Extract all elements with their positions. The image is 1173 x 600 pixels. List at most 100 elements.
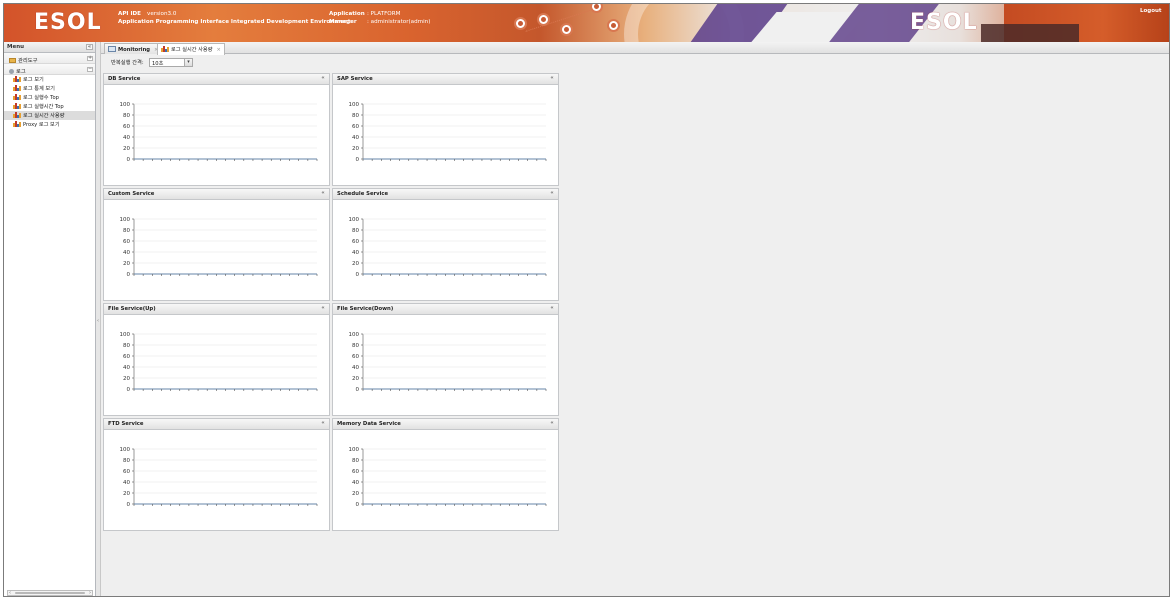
y-tick-label: 100 bbox=[120, 332, 131, 338]
y-tick-label: 0 bbox=[127, 502, 131, 508]
panel-header: DB Service « bbox=[104, 74, 329, 85]
line-chart: 100 80 60 40 20 0 bbox=[349, 102, 547, 163]
sidebar-item-exec-time-top[interactable]: 로그 실행시간 Top bbox=[4, 102, 95, 111]
y-tick-label: 20 bbox=[352, 146, 359, 152]
panel-header: Memory Data Service « bbox=[333, 419, 558, 430]
sidebar-item-log-view[interactable]: 로그 보기 bbox=[4, 75, 95, 84]
scroll-left-icon[interactable]: ‹ bbox=[9, 590, 11, 596]
y-tick-label: 40 bbox=[352, 365, 359, 371]
y-tick-label: 40 bbox=[352, 480, 359, 486]
y-tick-label: 0 bbox=[127, 387, 131, 393]
panel-header: File Service(Down) « bbox=[333, 304, 558, 315]
y-tick-label: 20 bbox=[123, 491, 130, 497]
collapse-panel-icon[interactable]: « bbox=[320, 76, 326, 81]
chart-title: SAP Service bbox=[337, 76, 373, 82]
logout-link[interactable]: Logout bbox=[1140, 8, 1162, 14]
expand-toggle[interactable]: + bbox=[87, 56, 93, 61]
chart-panel: DB Service « 100 80 60 40 20 0 bbox=[103, 73, 330, 186]
y-tick-label: 0 bbox=[356, 502, 360, 508]
y-tick-label: 20 bbox=[123, 376, 130, 382]
sidebar-item-label: 로그 보기 bbox=[23, 77, 44, 83]
collapse-panel-icon[interactable]: « bbox=[549, 306, 555, 311]
collapse-sidebar-button[interactable]: « bbox=[86, 44, 93, 50]
collapse-panel-icon[interactable]: « bbox=[320, 306, 326, 311]
chart-title: File Service(Up) bbox=[108, 306, 156, 312]
chat-icon bbox=[514, 17, 527, 30]
bar-chart-icon bbox=[161, 46, 169, 52]
bar-chart-icon bbox=[13, 94, 21, 100]
chart-panel: Schedule Service « 100 80 60 40 20 0 bbox=[332, 188, 559, 301]
bulb-icon bbox=[560, 23, 573, 36]
y-tick-label: 40 bbox=[123, 480, 130, 486]
y-tick-label: 20 bbox=[352, 261, 359, 267]
sidebar-item-label: 로그 실시간 사용량 bbox=[23, 113, 65, 119]
chart-panel: Memory Data Service « 100 80 60 40 20 0 bbox=[332, 418, 559, 531]
sidebar-item-label: 로그 실행수 Top bbox=[23, 95, 59, 101]
sidebar-item-label: Proxy 로그 보기 bbox=[23, 122, 60, 128]
y-tick-label: 80 bbox=[352, 343, 359, 349]
sidebar-group-log[interactable]: 로그 − bbox=[4, 64, 95, 75]
y-tick-label: 0 bbox=[127, 272, 131, 278]
folder-icon bbox=[9, 58, 16, 63]
sidebar-title: Menu bbox=[7, 44, 25, 50]
y-tick-label: 100 bbox=[349, 102, 360, 108]
line-chart: 100 80 60 40 20 0 bbox=[120, 447, 318, 508]
collapse-panel-icon[interactable]: « bbox=[320, 191, 326, 196]
esol-logo-right: ESOL bbox=[910, 10, 978, 35]
collapse-panel-icon[interactable]: « bbox=[549, 421, 555, 426]
sidebar-scrollbar[interactable]: ‹ › bbox=[7, 590, 93, 596]
collapse-panel-icon[interactable]: « bbox=[549, 191, 555, 196]
esol-logo: ESOL bbox=[34, 10, 102, 35]
y-tick-label: 0 bbox=[356, 272, 360, 278]
panel-header: FTD Service « bbox=[104, 419, 329, 430]
application-value: : PLATFORM bbox=[367, 11, 401, 17]
main-content: Monitoring× 로그 실시간 사용량× 반복실행 간격: 10초 ▾ D… bbox=[101, 42, 1169, 596]
sidebar-item-realtime-usage[interactable]: 로그 실시간 사용량 bbox=[4, 111, 95, 120]
sidebar-item-log-stats[interactable]: 로그 통계 보기 bbox=[4, 84, 95, 93]
scroll-right-icon[interactable]: › bbox=[89, 590, 91, 596]
chart-panel: SAP Service « 100 80 60 40 20 0 bbox=[332, 73, 559, 186]
interval-select[interactable]: 10초 ▾ bbox=[149, 58, 193, 67]
scroll-thumb[interactable] bbox=[15, 592, 85, 594]
y-tick-label: 100 bbox=[120, 217, 131, 223]
y-tick-label: 0 bbox=[356, 157, 360, 163]
sidebar-item-exec-count-top[interactable]: 로그 실행수 Top bbox=[4, 93, 95, 102]
app-subtitle: Application Programming Interface Integr… bbox=[118, 19, 351, 25]
sidebar-group-admin-tools[interactable]: 관리도구 + bbox=[4, 53, 95, 64]
monitor-icon bbox=[108, 46, 116, 52]
tab-monitoring[interactable]: Monitoring× bbox=[104, 43, 163, 54]
collapse-panel-icon[interactable]: « bbox=[320, 421, 326, 426]
chart-title: FTD Service bbox=[108, 421, 144, 427]
panel-header: Custom Service « bbox=[104, 189, 329, 200]
y-tick-label: 20 bbox=[123, 146, 130, 152]
chart-title: Memory Data Service bbox=[337, 421, 401, 427]
tab-label: Monitoring bbox=[118, 47, 150, 53]
bar-chart-icon bbox=[13, 121, 21, 127]
network-icon bbox=[590, 4, 603, 13]
line-chart: 100 80 60 40 20 0 bbox=[349, 447, 547, 508]
people-icon bbox=[607, 19, 620, 32]
session-info: Application: PLATFORM Manager: administr… bbox=[329, 10, 430, 26]
y-tick-label: 20 bbox=[352, 491, 359, 497]
bar-chart-icon bbox=[13, 76, 21, 82]
y-tick-label: 0 bbox=[356, 387, 360, 393]
manager-label: Manager bbox=[329, 19, 357, 25]
y-tick-label: 80 bbox=[352, 113, 359, 119]
close-tab-icon[interactable]: × bbox=[216, 47, 220, 53]
sidebar-item-proxy-log[interactable]: Proxy 로그 보기 bbox=[4, 120, 95, 129]
header-banner bbox=[981, 24, 1079, 42]
bar-chart-icon bbox=[13, 85, 21, 91]
y-tick-label: 40 bbox=[352, 135, 359, 141]
line-chart: 100 80 60 40 20 0 bbox=[120, 217, 318, 278]
collapse-panel-icon[interactable]: « bbox=[549, 76, 555, 81]
y-tick-label: 80 bbox=[352, 228, 359, 234]
y-tick-label: 100 bbox=[120, 447, 131, 453]
splitter-grip-icon[interactable]: ‹ bbox=[97, 318, 99, 324]
line-chart: 100 80 60 40 20 0 bbox=[349, 332, 547, 393]
y-tick-label: 0 bbox=[127, 157, 131, 163]
chevron-down-icon[interactable]: ▾ bbox=[184, 59, 192, 66]
y-tick-label: 100 bbox=[349, 332, 360, 338]
chart-panel: FTD Service « 100 80 60 40 20 0 bbox=[103, 418, 330, 531]
collapse-toggle[interactable]: − bbox=[87, 67, 93, 72]
y-tick-label: 100 bbox=[349, 447, 360, 453]
